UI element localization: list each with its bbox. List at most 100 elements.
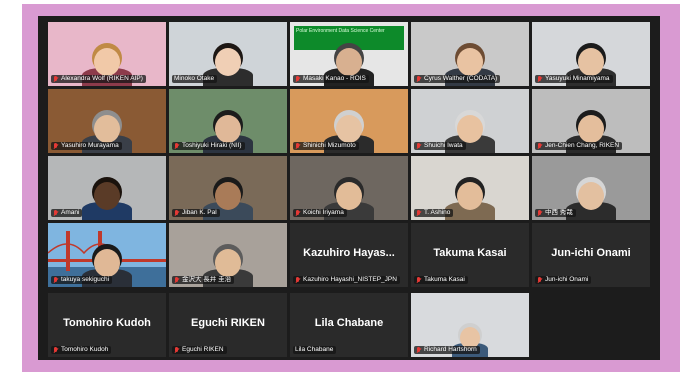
- participant-name: T. Ashino: [424, 209, 451, 216]
- participant-nametag: Tomohiro Kudoh: [51, 346, 112, 354]
- participant-video-avatar: [80, 166, 134, 220]
- muted-mic-icon: [174, 276, 180, 284]
- participant-grid: Alexandra Wolf (RIKEN AIP) Minoko Otake Po…: [48, 22, 650, 287]
- participant-tile[interactable]: Jen-Chien Chang, RIKEN: [532, 89, 650, 153]
- muted-mic-icon: [295, 142, 301, 150]
- participant-tile[interactable]: 中西 秀哉: [532, 156, 650, 220]
- muted-mic-icon: [537, 276, 543, 284]
- participant-name: Tomohiro Kudoh: [61, 346, 109, 353]
- muted-mic-icon: [537, 142, 543, 150]
- participant-tile[interactable]: Shinichi Mizumoto: [290, 89, 408, 153]
- participant-tile[interactable]: Takuma Kasai Takuma Kasai: [411, 223, 529, 287]
- participant-name: Shuichi Iwata: [424, 142, 463, 149]
- participant-name: Takuma Kasai: [424, 276, 465, 283]
- muted-mic-icon: [174, 209, 180, 217]
- participant-tile[interactable]: Jun-ichi Onami Jun-ichi Onami: [532, 223, 650, 287]
- participant-name: Kazuhiro Hayashi_NISTEP_JPN: [303, 276, 397, 283]
- participant-tile[interactable]: Cyrus Walther (CODATA): [411, 22, 529, 86]
- participant-tile[interactable]: Richard Hartshorn: [411, 293, 529, 357]
- participant-nametag: Jun-ichi Onami: [535, 276, 592, 284]
- muted-mic-icon: [537, 75, 543, 83]
- muted-mic-icon: [537, 209, 543, 217]
- participant-name: Minoko Otake: [174, 75, 215, 82]
- participant-name: Shinichi Mizumoto: [303, 142, 356, 149]
- muted-mic-icon: [53, 346, 59, 354]
- participant-display-name: Kazuhiro Hayas...: [303, 247, 395, 259]
- muted-mic-icon: [416, 209, 422, 217]
- muted-mic-icon: [53, 142, 59, 150]
- participant-nametag: 金沢大 長井 圭治: [172, 276, 235, 284]
- participant-name: Eguchi RIKEN: [182, 346, 224, 353]
- muted-mic-icon: [416, 142, 422, 150]
- participant-nametag: Toshiyuki Hiraki (NII): [172, 142, 245, 150]
- participant-tile[interactable]: T. Ashino: [411, 156, 529, 220]
- muted-mic-icon: [416, 346, 422, 354]
- participant-tile[interactable]: Eguchi RIKEN Eguchi RIKEN: [169, 293, 287, 357]
- muted-mic-icon: [416, 276, 422, 284]
- participant-tile[interactable]: Lila Chabane Lila Chabane: [290, 293, 408, 357]
- participant-nametag: Shinichi Mizumoto: [293, 142, 359, 150]
- participant-nametag: Takuma Kasai: [414, 276, 468, 284]
- participant-name: 中西 秀哉: [545, 209, 573, 216]
- participant-nametag: Alexandra Wolf (RIKEN AIP): [51, 75, 146, 83]
- participant-nametag: Amani: [51, 209, 83, 217]
- muted-mic-icon: [174, 142, 180, 150]
- participant-tile[interactable]: Yasuyuki Minamiyama: [532, 22, 650, 86]
- participant-nametag: takuya sekiguchi: [51, 276, 113, 284]
- participant-nametag: Cyrus Walther (CODATA): [414, 75, 501, 83]
- participant-name: Koichi Iriyama: [303, 209, 344, 216]
- participant-nametag: Masaki Kanao - ROIS: [293, 75, 369, 83]
- participant-tile[interactable]: Yasuhiro Murayama: [48, 89, 166, 153]
- participant-tile[interactable]: Toshiyuki Hiraki (NII): [169, 89, 287, 153]
- participant-name: Jiban K. Pal: [182, 209, 217, 216]
- participant-name: Lila Chabane: [295, 346, 334, 353]
- muted-mic-icon: [416, 75, 422, 83]
- participant-bottom-row: Tomohiro Kudoh Tomohiro Kudoh Eguchi RIKEN…: [48, 293, 650, 357]
- participant-display-name: Jun-ichi Onami: [551, 247, 631, 259]
- participant-nametag: Minoko Otake: [172, 75, 218, 83]
- participant-name: Jun-ichi Onami: [545, 276, 589, 283]
- participant-nametag: Jiban K. Pal: [172, 209, 220, 217]
- participant-nametag: Kazuhiro Hayashi_NISTEP_JPN: [293, 276, 400, 284]
- participant-nametag: Yasuyuki Minamiyama: [535, 75, 613, 83]
- muted-mic-icon: [295, 75, 301, 83]
- participant-nametag: 中西 秀哉: [535, 209, 576, 217]
- participant-tile[interactable]: Minoko Otake: [169, 22, 287, 86]
- participant-name: Toshiyuki Hiraki (NII): [182, 142, 242, 149]
- participant-name: 金沢大 長井 圭治: [182, 276, 232, 283]
- muted-mic-icon: [174, 346, 180, 354]
- participant-tile[interactable]: Jiban K. Pal: [169, 156, 287, 220]
- muted-mic-icon: [295, 209, 301, 217]
- participant-tile[interactable]: Amani: [48, 156, 166, 220]
- participant-tile[interactable]: takuya sekiguchi: [48, 223, 166, 287]
- participant-nametag: Eguchi RIKEN: [172, 346, 227, 354]
- participant-name: Amani: [61, 209, 80, 216]
- participant-tile[interactable]: Polar Environment Data Science Center Mas…: [290, 22, 408, 86]
- muted-mic-icon: [53, 75, 59, 83]
- participant-nametag: Shuichi Iwata: [414, 142, 466, 150]
- participant-display-name: Lila Chabane: [314, 317, 384, 329]
- participant-name: Masaki Kanao - ROIS: [303, 75, 366, 82]
- participant-name: Jen-Chien Chang, RIKEN: [545, 142, 620, 149]
- video-meeting-gallery: Alexandra Wolf (RIKEN AIP) Minoko Otake Po…: [38, 16, 660, 360]
- participant-display-name: Tomohiro Kudoh: [63, 317, 151, 329]
- participant-nametag: Yasuhiro Murayama: [51, 142, 122, 150]
- participant-name: Yasuhiro Murayama: [61, 142, 119, 149]
- participant-nametag: T. Ashino: [414, 209, 454, 217]
- participant-tile[interactable]: Tomohiro Kudoh Tomohiro Kudoh: [48, 293, 166, 357]
- participant-name: Alexandra Wolf (RIKEN AIP): [61, 75, 143, 82]
- participant-tile[interactable]: 金沢大 長井 圭治: [169, 223, 287, 287]
- participant-name: takuya sekiguchi: [61, 276, 110, 283]
- muted-mic-icon: [53, 209, 59, 217]
- participant-display-name: Takuma Kasai: [433, 247, 507, 259]
- participant-nametag: Richard Hartshorn: [414, 346, 480, 354]
- participant-tile[interactable]: Kazuhiro Hayas... Kazuhiro Hayashi_NISTEP…: [290, 223, 408, 287]
- participant-display-name: Eguchi RIKEN: [191, 317, 265, 329]
- participant-tile[interactable]: Alexandra Wolf (RIKEN AIP): [48, 22, 166, 86]
- participant-tile[interactable]: Shuichi Iwata: [411, 89, 529, 153]
- muted-mic-icon: [53, 276, 59, 284]
- participant-nametag: Jen-Chien Chang, RIKEN: [535, 142, 623, 150]
- participant-nametag: Lila Chabane: [293, 346, 337, 354]
- participant-name: Cyrus Walther (CODATA): [424, 75, 498, 82]
- participant-tile[interactable]: Koichi Iriyama: [290, 156, 408, 220]
